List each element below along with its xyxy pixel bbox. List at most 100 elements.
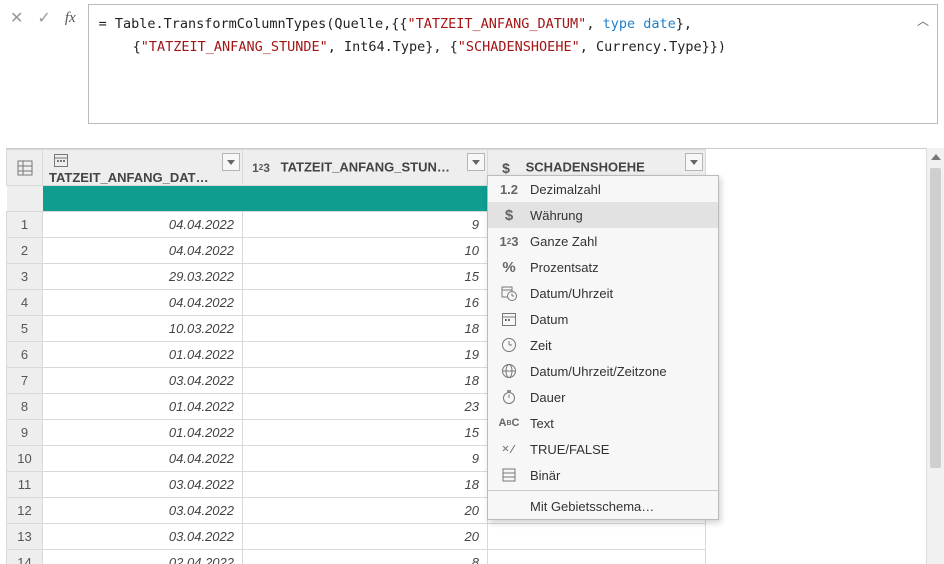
table-row[interactable]: 1203.04.202220 xyxy=(7,498,938,524)
type-date[interactable]: Datum xyxy=(488,306,718,332)
row-number: 13 xyxy=(7,524,43,550)
formula-bar[interactable]: = Table.TransformColumnTypes(Quelle,{{"T… xyxy=(88,4,938,124)
type-decimal[interactable]: 1.2 Dezimalzahl xyxy=(488,176,718,202)
table-icon-header[interactable] xyxy=(7,150,43,186)
cancel-formula-button[interactable]: ✕ xyxy=(10,8,23,28)
cell-date[interactable]: 01.04.2022 xyxy=(43,394,243,420)
cell-hour[interactable]: 20 xyxy=(243,498,488,524)
cell-date[interactable]: 04.04.2022 xyxy=(43,290,243,316)
cell-hour[interactable]: 10 xyxy=(243,238,488,264)
type-boolean[interactable]: TRUE/FALSE xyxy=(488,436,718,462)
formula-keyword: type xyxy=(603,16,636,32)
table-row[interactable]: 329.03.202215 xyxy=(7,264,938,290)
table-row[interactable]: 204.04.202210 xyxy=(7,238,938,264)
row-number: 3 xyxy=(7,264,43,290)
type-whole-number[interactable]: 123 Ganze Zahl xyxy=(488,228,718,254)
cell-hour[interactable]: 18 xyxy=(243,316,488,342)
cell-date[interactable]: 03.04.2022 xyxy=(43,472,243,498)
cell-hour[interactable]: 16 xyxy=(243,290,488,316)
cell-date[interactable]: 10.03.2022 xyxy=(43,316,243,342)
cell-date[interactable]: 04.04.2022 xyxy=(43,238,243,264)
column-filter-button[interactable] xyxy=(222,153,240,171)
type-duration[interactable]: Dauer xyxy=(488,384,718,410)
table-row[interactable]: 901.04.202215 xyxy=(7,420,938,446)
clock-icon xyxy=(498,337,520,353)
table-row[interactable]: 1303.04.202220 xyxy=(7,524,938,550)
boolean-icon xyxy=(498,441,520,457)
table-row[interactable]: 1402.04.20228 xyxy=(7,550,938,564)
menu-divider xyxy=(488,490,718,491)
scroll-thumb[interactable] xyxy=(930,168,941,468)
cell-date[interactable]: 03.04.2022 xyxy=(43,524,243,550)
type-binary[interactable]: Binär xyxy=(488,462,718,488)
formula-string: "TATZEIT_ANFANG_DATUM" xyxy=(408,16,587,32)
column-header-label: TATZEIT_ANFANG_DAT… xyxy=(49,170,209,185)
cell-hour[interactable]: 23 xyxy=(243,394,488,420)
column-header-date[interactable]: TATZEIT_ANFANG_DAT… xyxy=(43,150,243,186)
type-locale[interactable]: Mit Gebietsschema… xyxy=(488,493,718,519)
whole-number-icon: 123 xyxy=(498,234,520,249)
table-row[interactable]: 510.03.202218 xyxy=(7,316,938,342)
cell-date[interactable]: 29.03.2022 xyxy=(43,264,243,290)
row-number: 11 xyxy=(7,472,43,498)
table-row[interactable]: 404.04.202216 xyxy=(7,290,938,316)
cell-hour[interactable]: 15 xyxy=(243,420,488,446)
formula-type: Currency.Type xyxy=(596,39,702,55)
text-icon: ABC xyxy=(498,417,520,429)
cell-date[interactable]: 03.04.2022 xyxy=(43,498,243,524)
calendar-icon xyxy=(498,311,520,327)
table-row[interactable]: 703.04.202218 xyxy=(7,368,938,394)
row-number: 2 xyxy=(7,238,43,264)
table-row[interactable]: 1004.04.20229 xyxy=(7,446,938,472)
table-row[interactable]: 801.04.202223 xyxy=(7,394,938,420)
cell-currency[interactable] xyxy=(488,550,706,564)
cell-date[interactable]: 02.04.2022 xyxy=(43,550,243,564)
cell-hour[interactable]: 18 xyxy=(243,368,488,394)
whole-number-icon[interactable]: 123 xyxy=(249,158,273,178)
cell-hour[interactable]: 15 xyxy=(243,264,488,290)
type-percent[interactable]: % Prozentsatz xyxy=(488,254,718,280)
cell-hour[interactable]: 8 xyxy=(243,550,488,564)
cell-hour[interactable]: 9 xyxy=(243,212,488,238)
stopwatch-icon xyxy=(498,389,520,405)
type-text[interactable]: ABC Text xyxy=(488,410,718,436)
column-filter-button[interactable] xyxy=(685,153,703,171)
row-number: 5 xyxy=(7,316,43,342)
cell-date[interactable]: 04.04.2022 xyxy=(43,446,243,472)
row-number: 4 xyxy=(7,290,43,316)
currency-icon: $ xyxy=(498,207,520,224)
row-number: 7 xyxy=(7,368,43,394)
datetime-icon xyxy=(498,285,520,301)
scroll-up-button[interactable] xyxy=(927,148,944,166)
type-time[interactable]: Zeit xyxy=(488,332,718,358)
column-header-label: SCHADENSHOEHE xyxy=(526,159,645,174)
table-row[interactable]: 104.04.20229 xyxy=(7,212,938,238)
vertical-scrollbar[interactable] xyxy=(926,148,944,564)
globe-icon xyxy=(498,363,520,379)
cell-date[interactable]: 01.04.2022 xyxy=(43,420,243,446)
cell-date[interactable]: 04.04.2022 xyxy=(43,212,243,238)
cell-hour[interactable]: 19 xyxy=(243,342,488,368)
column-filter-button[interactable] xyxy=(467,153,485,171)
decimal-icon: 1.2 xyxy=(498,182,520,197)
cell-currency[interactable] xyxy=(488,524,706,550)
fx-icon: fx xyxy=(65,10,76,27)
cell-date[interactable]: 03.04.2022 xyxy=(43,368,243,394)
cell-hour[interactable]: 18 xyxy=(243,472,488,498)
formula-string: "TATZEIT_ANFANG_STUNDE" xyxy=(141,39,328,55)
cell-hour[interactable]: 20 xyxy=(243,524,488,550)
table-row[interactable]: 1103.04.202218 xyxy=(7,472,938,498)
type-datetime[interactable]: Datum/Uhrzeit xyxy=(488,280,718,306)
table-row[interactable]: 601.04.202219 xyxy=(7,342,938,368)
formula-keyword: date xyxy=(635,16,676,32)
row-number: 10 xyxy=(7,446,43,472)
cell-hour[interactable]: 9 xyxy=(243,446,488,472)
row-number: 9 xyxy=(7,420,43,446)
cell-date[interactable]: 01.04.2022 xyxy=(43,342,243,368)
confirm-formula-button[interactable]: ✓ xyxy=(37,8,50,28)
calendar-icon[interactable] xyxy=(49,150,73,170)
type-currency[interactable]: $ Währung xyxy=(488,202,718,228)
collapse-formula-icon[interactable]: ︿ xyxy=(917,11,929,31)
column-header-hour[interactable]: 123 TATZEIT_ANFANG_STUN… xyxy=(243,150,488,186)
type-datetime-zone[interactable]: Datum/Uhrzeit/Zeitzone xyxy=(488,358,718,384)
